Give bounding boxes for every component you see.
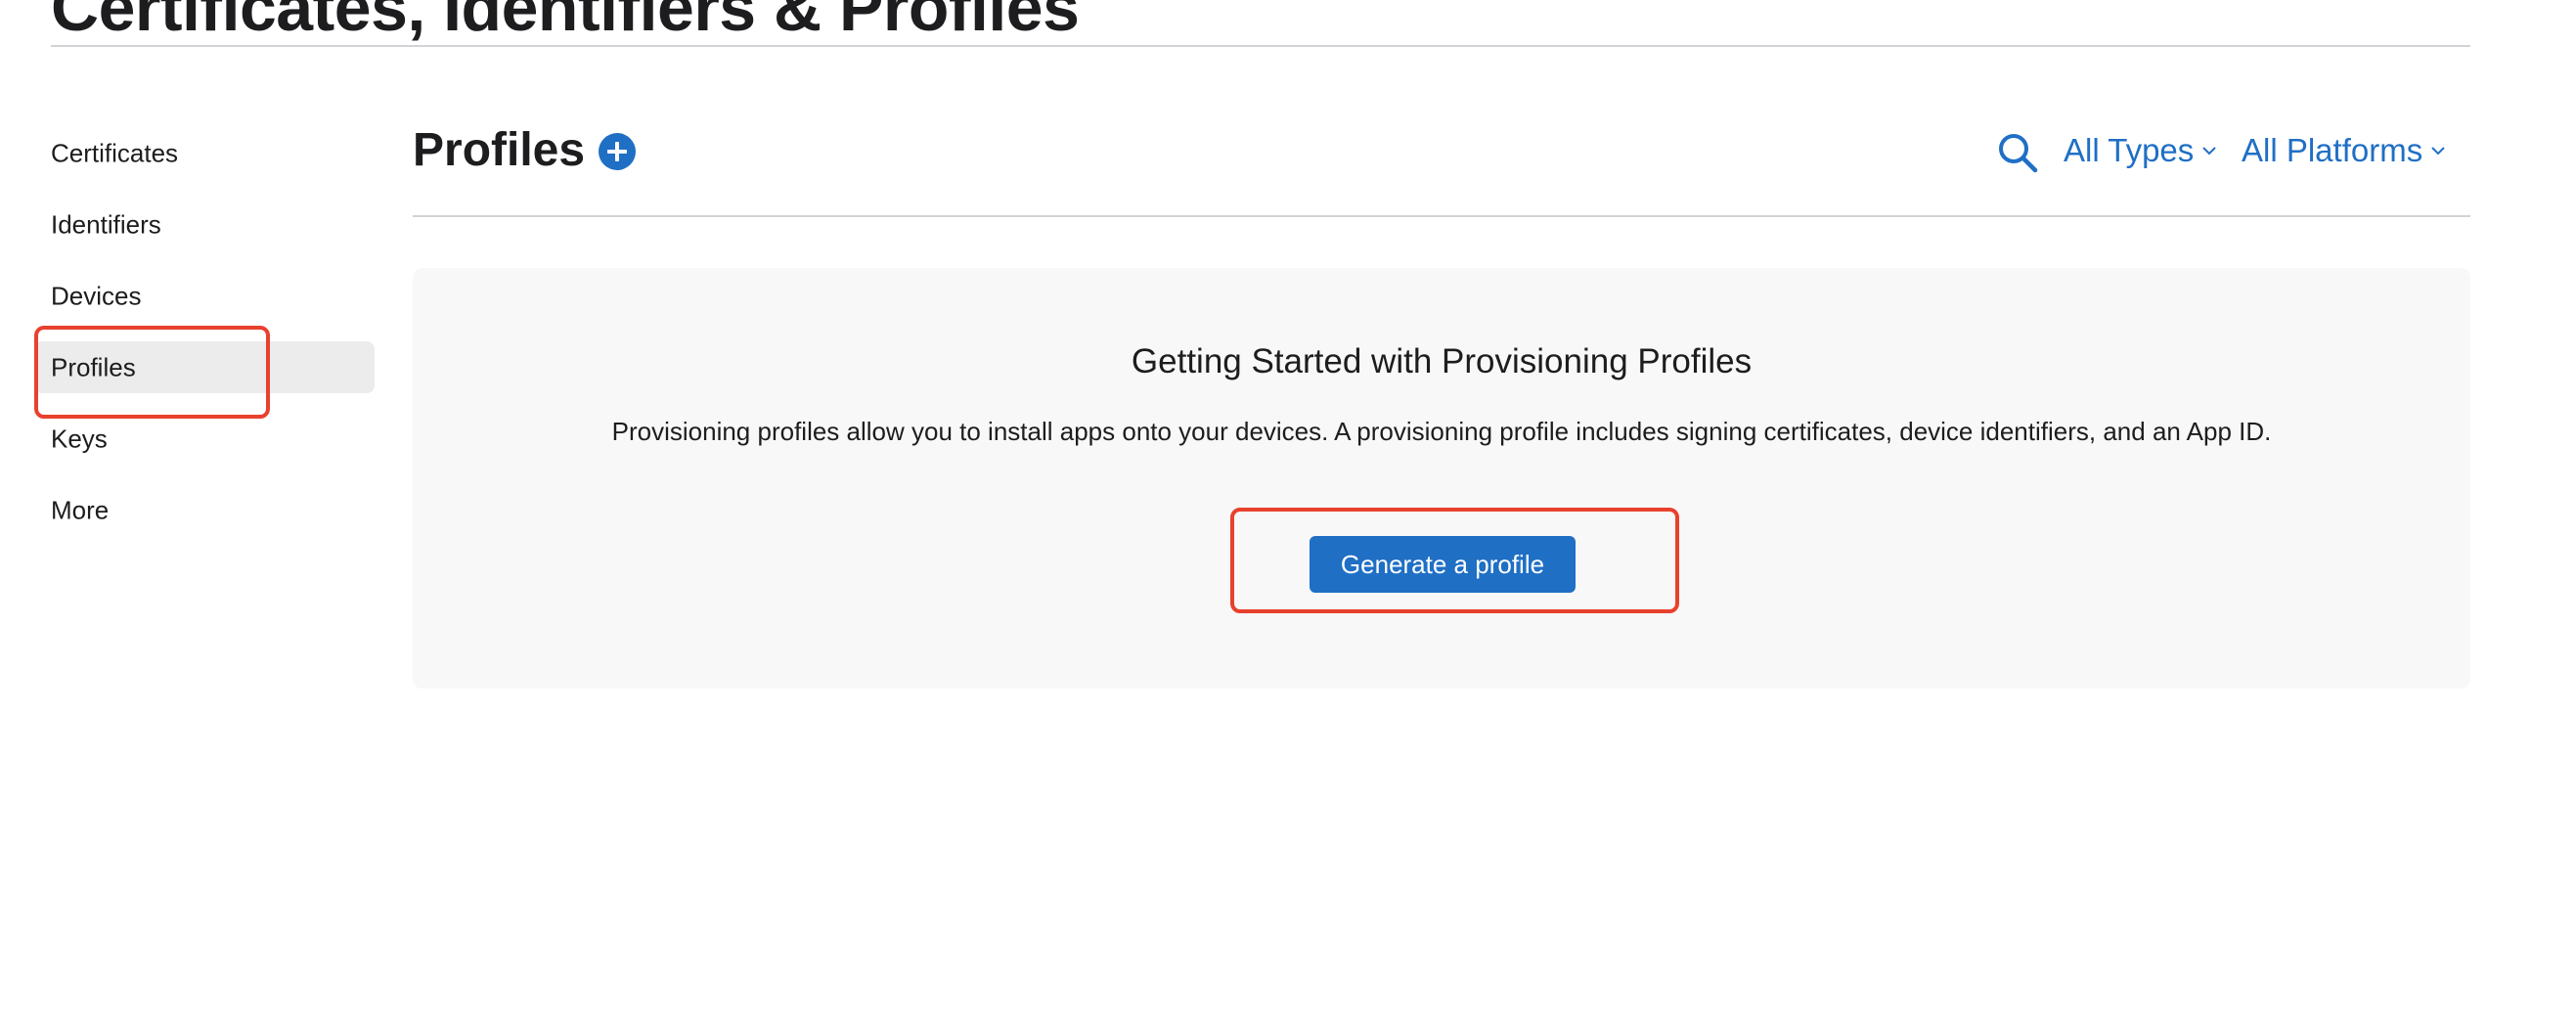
search-button[interactable] xyxy=(1997,132,2038,173)
platform-filter-label: All Platforms xyxy=(2242,132,2423,168)
getting-started-description: Provisioning profiles allow you to insta… xyxy=(611,417,2272,446)
getting-started-panel: Getting Started with Provisioning Profil… xyxy=(413,268,2470,689)
type-filter-dropdown[interactable]: All Types xyxy=(2064,129,2217,172)
sidebar-item-devices[interactable]: Devices xyxy=(34,270,375,322)
page-title: Certificates, Identifiers & Profiles xyxy=(51,0,1080,45)
title-divider xyxy=(51,45,2470,47)
sidebar-item-label: Devices xyxy=(51,281,142,310)
sidebar-item-identifiers[interactable]: Identifiers xyxy=(34,199,375,250)
sidebar-item-keys[interactable]: Keys xyxy=(34,413,375,465)
chevron-down-icon xyxy=(2431,147,2445,156)
search-icon xyxy=(1999,134,2038,173)
sidebar-item-label: Profiles xyxy=(51,352,136,381)
getting-started-heading: Getting Started with Provisioning Profil… xyxy=(1131,342,1753,380)
sidebar-item-more[interactable]: More xyxy=(34,484,375,536)
generate-profile-button[interactable]: Generate a profile xyxy=(1310,536,1576,593)
sidebar-item-label: Identifiers xyxy=(51,209,161,239)
chevron-down-icon xyxy=(2202,147,2217,156)
sidebar-item-label: Certificates xyxy=(51,138,179,167)
sidebar-item-profiles[interactable]: Profiles xyxy=(34,341,375,393)
type-filter-label: All Types xyxy=(2064,132,2195,168)
plus-circle-icon xyxy=(607,142,627,161)
sidebar-item-label: Keys xyxy=(51,424,108,453)
sidebar-item-label: More xyxy=(51,495,110,524)
section-title: Profiles xyxy=(413,124,586,176)
sidebar: Certificates Identifiers Devices Profile… xyxy=(34,127,375,556)
header-divider xyxy=(413,215,2470,217)
add-profile-button[interactable] xyxy=(599,133,636,170)
sidebar-item-certificates[interactable]: Certificates xyxy=(34,127,375,179)
platform-filter-dropdown[interactable]: All Platforms xyxy=(2242,129,2446,172)
